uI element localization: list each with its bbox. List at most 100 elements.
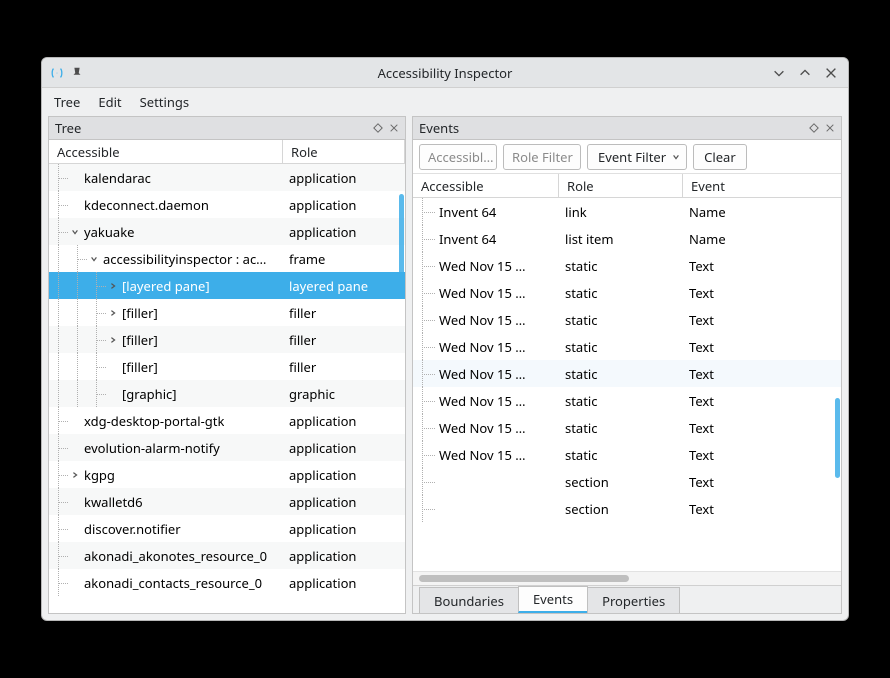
tree-row[interactable]: [layered pane] layered pane <box>49 272 405 299</box>
event-role: static <box>559 279 683 306</box>
tab-boundaries[interactable]: Boundaries <box>419 587 519 613</box>
tree-item-role: application <box>283 191 405 218</box>
events-vscroll[interactable] <box>835 398 840 478</box>
chevron-down-icon[interactable] <box>71 228 79 236</box>
events-row[interactable]: Wed Nov 15 …staticText <box>413 441 841 468</box>
tree-item-label: [layered pane] <box>120 277 210 295</box>
tree-row[interactable]: xdg-desktop-portal-gtk application <box>49 407 405 434</box>
events-column-headers[interactable]: Accessible Role Event <box>413 174 841 198</box>
events-toolbar: Accessibl… Role Filter Event Filter Clea… <box>413 140 841 174</box>
tree-row[interactable]: evolution-alarm-notifyapplication <box>49 434 405 461</box>
tree-row[interactable]: kalendaracapplication <box>49 164 405 191</box>
event-type: Text <box>683 387 767 414</box>
tree-vscroll[interactable] <box>399 194 404 284</box>
tree-panel: Tree Accessible Role kalendaracapplicati… <box>48 116 406 614</box>
events-row[interactable]: Wed Nov 15 …staticText <box>413 306 841 333</box>
events-row[interactable]: Wed Nov 15 …staticText <box>413 414 841 441</box>
undock-icon[interactable] <box>809 123 819 133</box>
tree-rows[interactable]: kalendaracapplicationkdeconnect.daemonap… <box>49 164 405 613</box>
tab-events[interactable]: Events <box>518 586 588 613</box>
tree-row[interactable]: akonadi_akonotes_resource_0application <box>49 542 405 569</box>
tree-row[interactable]: discover.notifier application <box>49 515 405 542</box>
menu-tree[interactable]: Tree <box>54 93 80 111</box>
tree-item-label: discover.notifier <box>82 520 181 538</box>
titlebar-left <box>42 66 84 80</box>
event-accessible: Wed Nov 15 … <box>435 419 526 437</box>
panel-close-icon[interactable] <box>825 123 835 133</box>
close-icon[interactable] <box>824 66 838 80</box>
panel-close-icon[interactable] <box>389 123 399 133</box>
event-accessible: Wed Nov 15 … <box>435 311 526 329</box>
maximize-icon[interactable] <box>798 66 812 80</box>
evcol-event[interactable]: Event <box>683 174 767 197</box>
chevron-right-icon[interactable] <box>109 282 117 290</box>
tree-row[interactable]: kdeconnect.daemonapplication <box>49 191 405 218</box>
titlebar-right <box>772 66 848 80</box>
tree-row[interactable]: akonadi_contacts_resource_0application <box>49 569 405 596</box>
tree-row[interactable]: [graphic]graphic <box>49 380 405 407</box>
event-role: static <box>559 441 683 468</box>
undock-icon[interactable] <box>373 123 383 133</box>
chevron-right-icon[interactable] <box>109 336 117 344</box>
tree-row[interactable]: [filler]filler <box>49 326 405 353</box>
events-panel-body: Accessibl… Role Filter Event Filter Clea… <box>412 140 842 614</box>
tree-item-role: application <box>283 461 405 488</box>
titlebar[interactable]: Accessibility Inspector <box>42 58 848 88</box>
hscroll-thumb[interactable] <box>419 575 629 582</box>
events-hscroll[interactable] <box>413 571 841 585</box>
chevron-right-icon[interactable] <box>109 309 117 317</box>
event-type: Text <box>683 333 767 360</box>
evcol-accessible[interactable]: Accessible <box>413 174 559 197</box>
event-filter-combo[interactable]: Event Filter <box>587 144 687 170</box>
menu-edit[interactable]: Edit <box>98 93 121 111</box>
event-accessible: Invent 64 <box>435 230 496 248</box>
tab-properties[interactable]: Properties <box>587 587 680 613</box>
events-rows[interactable]: Invent 64linkNameInvent 64list itemNameW… <box>413 198 841 571</box>
tree-item-label: xdg-desktop-portal-gtk <box>82 412 224 430</box>
tree-item-role: frame <box>283 245 405 272</box>
events-row[interactable]: Wed Nov 15 …staticText <box>413 279 841 306</box>
tree-item-role: layered pane <box>283 272 405 299</box>
tree-item-label: kalendarac <box>82 169 151 187</box>
event-role: list item <box>559 225 683 252</box>
tree-column-headers[interactable]: Accessible Role <box>49 140 405 164</box>
evcol-role[interactable]: Role <box>559 174 683 197</box>
events-row[interactable]: sectionText <box>413 495 841 522</box>
events-row[interactable]: Wed Nov 15 …staticText <box>413 387 841 414</box>
chevron-down-icon <box>672 153 680 161</box>
events-panel-header[interactable]: Events <box>412 116 842 140</box>
tree-row[interactable]: [filler]filler <box>49 299 405 326</box>
menu-settings[interactable]: Settings <box>140 93 189 111</box>
events-row[interactable]: Invent 64 list itemName <box>413 225 841 252</box>
tree-item-label: evolution-alarm-notify <box>82 439 220 457</box>
tree-row[interactable]: kwalletd6application <box>49 488 405 515</box>
tree-row[interactable]: yakuakeapplication <box>49 218 405 245</box>
minimize-icon[interactable] <box>772 66 786 80</box>
tree-panel-body: Accessible Role kalendaracapplicationkde… <box>48 140 406 614</box>
tree-row[interactable]: [filler]filler <box>49 353 405 380</box>
tree-item-role: application <box>283 569 405 596</box>
events-row[interactable]: Wed Nov 15 …staticText <box>413 333 841 360</box>
tree-panel-title: Tree <box>55 119 81 137</box>
tree-item-role: application <box>283 515 405 542</box>
pin-icon[interactable] <box>70 66 84 80</box>
clear-button[interactable]: Clear <box>693 144 747 170</box>
tree-row[interactable]: kgpgapplication <box>49 461 405 488</box>
event-type: Name <box>683 225 767 252</box>
tree-item-label: accessibilityinspector : ac… <box>101 250 266 268</box>
chevron-right-icon[interactable] <box>71 471 79 479</box>
tree-panel-header[interactable]: Tree <box>48 116 406 140</box>
tree-item-role: application <box>283 407 405 434</box>
events-row[interactable]: sectionText <box>413 468 841 495</box>
event-role: section <box>559 468 683 495</box>
accessible-filter-input[interactable]: Accessibl… <box>419 144 497 170</box>
event-accessible: Wed Nov 15 … <box>435 338 526 356</box>
chevron-down-icon[interactable] <box>90 255 98 263</box>
events-row[interactable]: Wed Nov 15 …staticText <box>413 252 841 279</box>
col-accessible[interactable]: Accessible <box>49 140 283 163</box>
role-filter-input[interactable]: Role Filter <box>503 144 581 170</box>
events-row[interactable]: Invent 64linkName <box>413 198 841 225</box>
events-row[interactable]: Wed Nov 15 …staticText <box>413 360 841 387</box>
col-role[interactable]: Role <box>283 140 405 163</box>
tree-row[interactable]: accessibilityinspector : ac… frame <box>49 245 405 272</box>
